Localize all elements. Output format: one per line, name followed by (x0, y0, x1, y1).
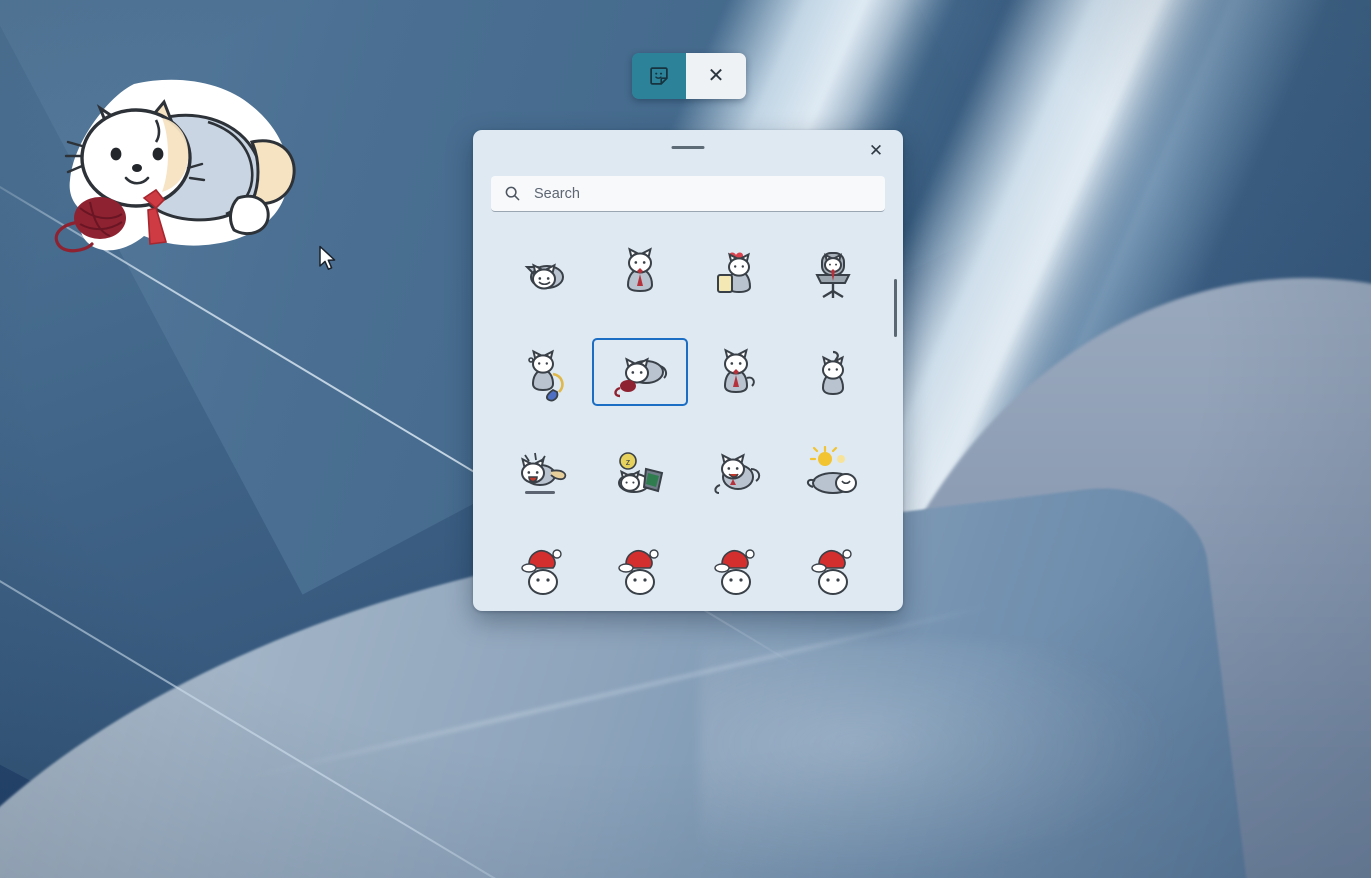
sticker-cell-cat-standing-with-tie[interactable] (688, 338, 785, 406)
sticker-cell-cat-in-office-chair[interactable] (785, 237, 882, 305)
wallpaper-navy-wedge (0, 520, 335, 878)
sticker-cell-cat-with-question-mark[interactable] (785, 338, 882, 406)
cat-sitting-with-tie-icon (626, 247, 653, 293)
sticker-grid-wrapper: z (473, 237, 903, 611)
sticker-icon (650, 67, 668, 85)
desktop[interactable]: ✕ ✕ Search z (0, 0, 1371, 878)
cat-in-office-chair-icon (815, 252, 851, 299)
search-box[interactable] (491, 176, 885, 212)
sticker-mode-button[interactable] (632, 53, 686, 99)
wallpaper-crease-glow (700, 640, 1220, 878)
sticker-cell-cat-santa-hat-b[interactable] (592, 540, 689, 608)
sticker-cell-cat-sitting-with-tie[interactable] (592, 237, 689, 305)
cat-with-cleaning-mop-icon (528, 349, 564, 402)
cat-santa-hat-b-icon (618, 549, 659, 595)
sticker-cell-cat-with-yarn-ball[interactable] (591, 338, 688, 406)
sticker-cell-cat-with-heart-and-cup[interactable] (688, 237, 785, 305)
cat-with-heart-and-cup-icon (717, 252, 752, 294)
sticker-toolbar: ✕ (632, 53, 746, 99)
cat-santa-hat-a-icon (521, 549, 562, 595)
sticker-cell-cat-santa-hat-d[interactable] (785, 540, 882, 608)
search-icon (505, 186, 520, 201)
sticker-cell-cat-sleeping-with-laptop[interactable]: z (592, 439, 689, 507)
sticker-grid: z (473, 237, 903, 608)
cat-with-question-mark-icon (821, 350, 844, 396)
search-row (473, 176, 903, 212)
cat-waving-with-tie-icon (714, 453, 761, 494)
vertical-scrollbar[interactable] (893, 237, 897, 611)
cat-with-yarn-ball-icon (614, 357, 667, 398)
cat-santa-hat-c-icon (714, 549, 755, 595)
cat-standing-with-tie-icon (724, 348, 756, 394)
scrollbar-thumb[interactable] (894, 279, 897, 337)
panel-close-button[interactable]: ✕ (859, 135, 893, 167)
svg-text:z: z (626, 457, 631, 467)
cat-sleeping-with-laptop-icon: z (617, 452, 663, 493)
panel-titlebar: ✕ (473, 130, 903, 176)
sticker-cell-cat-lying-down[interactable] (495, 237, 592, 305)
sticker-cell-cat-santa-hat-c[interactable] (688, 540, 785, 608)
cat-santa-hat-d-icon (811, 549, 852, 595)
wallpaper-crease (249, 604, 991, 779)
sticker-cell-cat-sunbathing[interactable] (785, 439, 882, 507)
toolbar-close-button[interactable]: ✕ (686, 53, 746, 99)
panel-drag-handle[interactable] (671, 146, 705, 149)
mouse-pointer (319, 245, 336, 270)
wallpaper-dome (830, 278, 1371, 878)
close-icon: ✕ (868, 141, 884, 160)
sticker-cell-cat-waving-with-tie[interactable] (688, 439, 785, 507)
sticker-cell-cat-with-cleaning-mop[interactable] (495, 338, 592, 406)
close-icon: ✕ (707, 65, 725, 87)
sticker-picker-panel: ✕ Search z (473, 130, 903, 611)
sticker-cell-cat-santa-hat-a[interactable] (495, 540, 592, 608)
cat-sunbathing-icon (806, 445, 857, 494)
cat-with-yarn-sticker[interactable] (38, 72, 328, 272)
cat-shouting-with-bat-icon (521, 452, 567, 494)
cat-lying-down-icon (524, 263, 565, 290)
search-input[interactable] (534, 185, 872, 202)
sticker-cell-cat-shouting-with-bat[interactable] (495, 439, 592, 507)
